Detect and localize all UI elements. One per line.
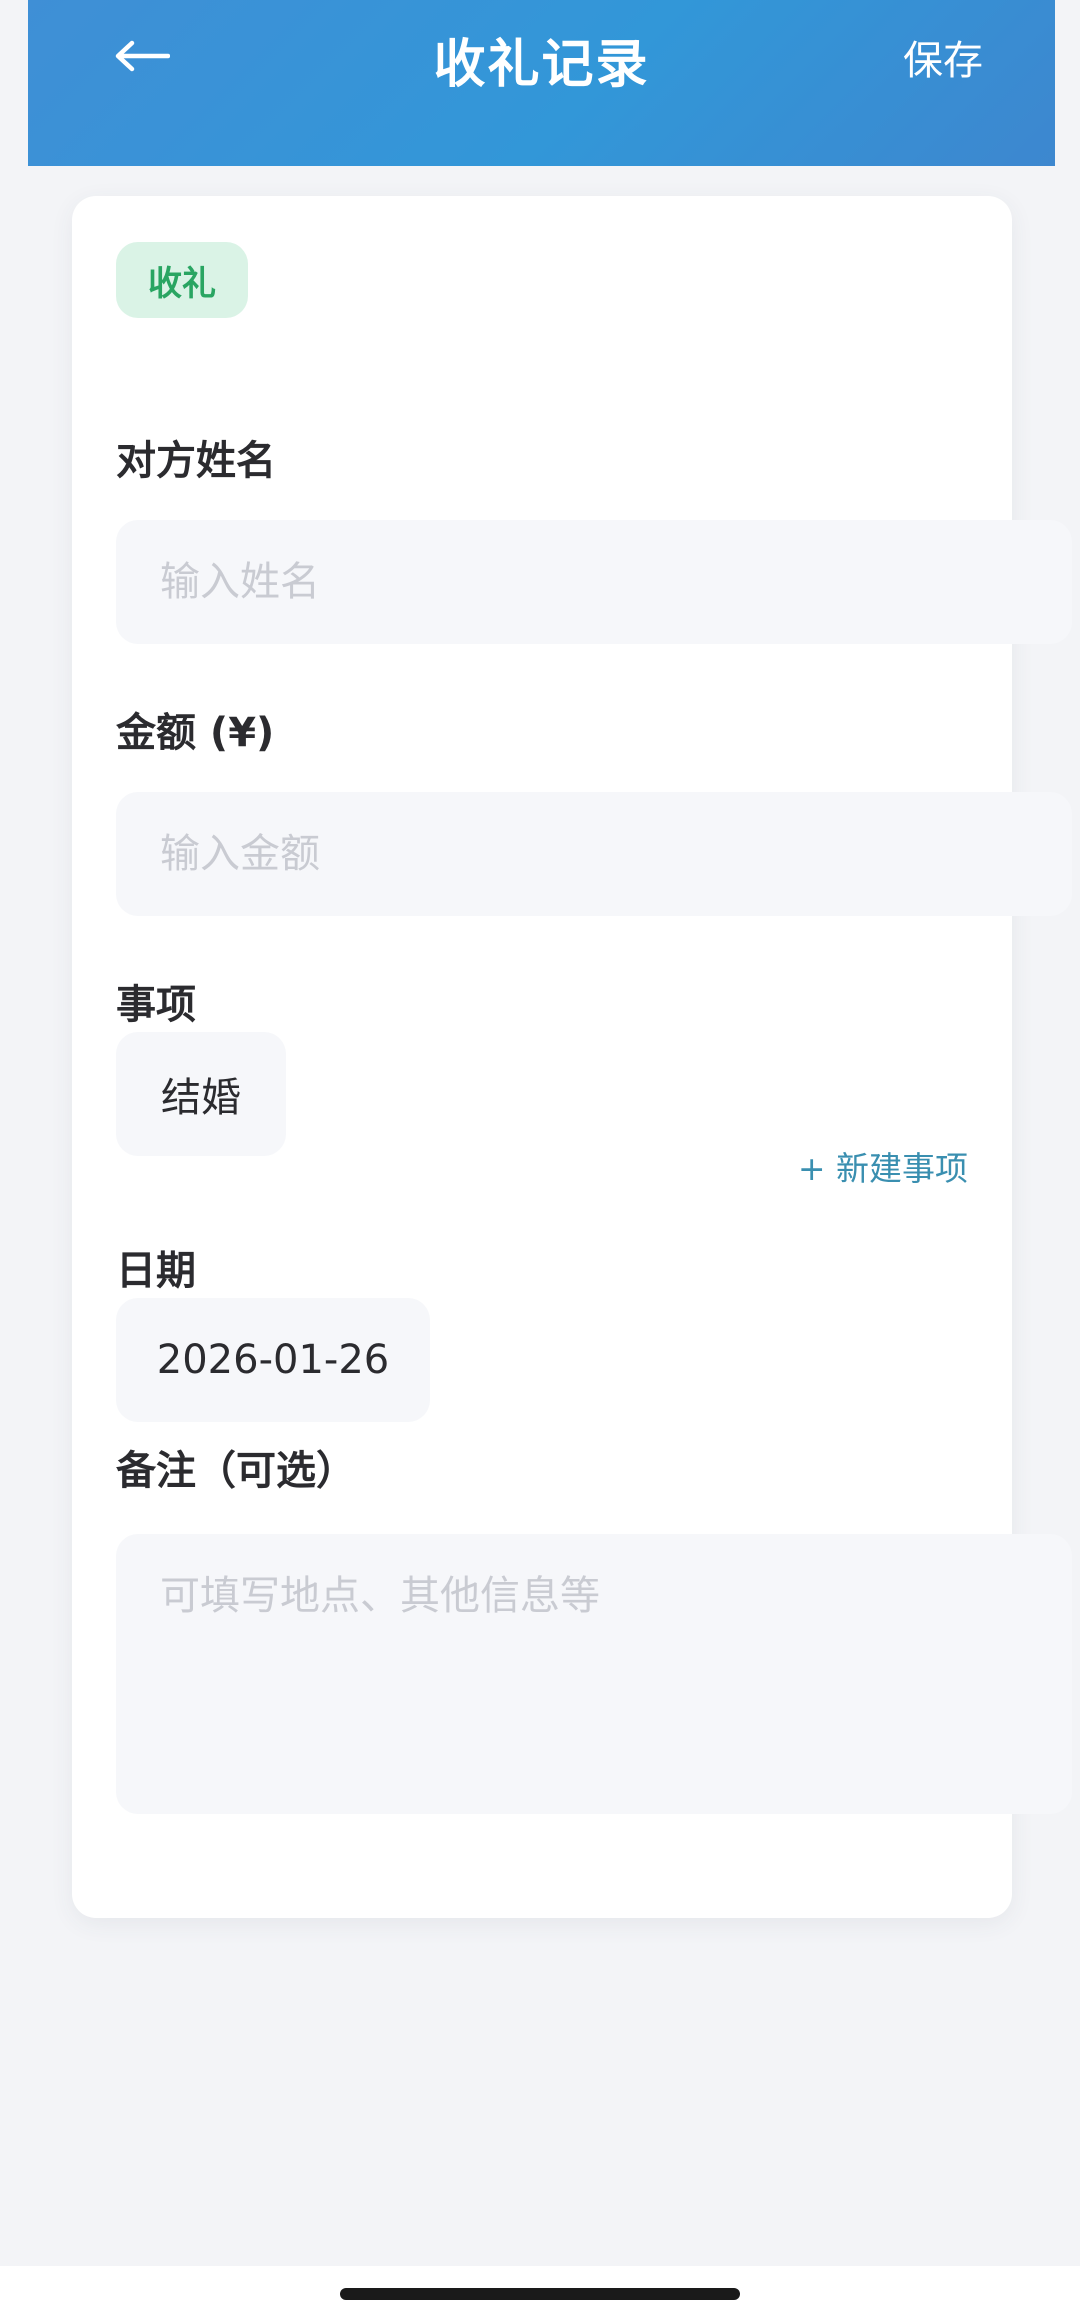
app-header: 收礼记录 保存	[28, 0, 1055, 166]
date-label: 日期	[116, 1248, 196, 1294]
date-picker[interactable]: 2026-01-26	[116, 1298, 430, 1422]
note-field[interactable]	[116, 1534, 1072, 1814]
name-input[interactable]	[116, 559, 1072, 605]
note-textarea[interactable]	[116, 1534, 1072, 1814]
name-label: 对方姓名	[116, 438, 276, 484]
note-label: 备注（可选）	[116, 1448, 356, 1494]
event-option-chip[interactable]: 结婚	[116, 1032, 286, 1156]
record-form-card: 收礼 对方姓名 金额 (¥) 事项 结婚 + 新建事项 日期 2026-01-2…	[72, 196, 1072, 1918]
amount-input[interactable]	[116, 831, 1072, 877]
home-indicator[interactable]	[340, 2288, 740, 2300]
save-button[interactable]: 保存	[903, 28, 983, 86]
arrow-left-icon	[115, 40, 170, 72]
record-type-tag[interactable]: 收礼	[116, 242, 248, 318]
name-field[interactable]	[116, 520, 1072, 644]
event-label: 事项	[116, 982, 196, 1028]
back-button[interactable]	[100, 20, 184, 92]
amount-label: 金额 (¥)	[116, 710, 275, 756]
amount-field[interactable]	[116, 792, 1072, 916]
new-event-link[interactable]: + 新建事项	[798, 1142, 968, 1190]
